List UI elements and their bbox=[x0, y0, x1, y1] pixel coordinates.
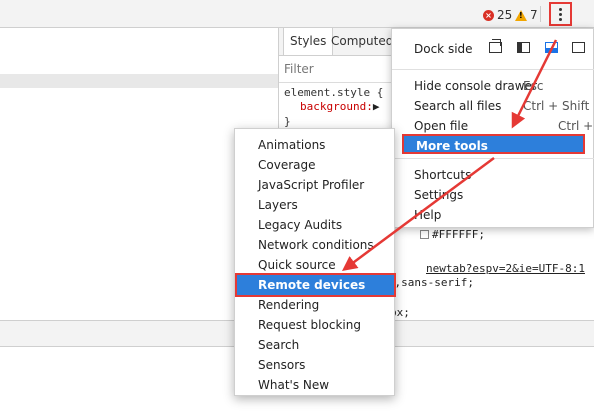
warning-count: 7 bbox=[530, 8, 538, 22]
menu-item-label: Help bbox=[414, 208, 442, 222]
color-swatch-icon[interactable] bbox=[420, 230, 429, 239]
kebab-dot-icon bbox=[559, 12, 562, 16]
dock-right-icon[interactable] bbox=[572, 42, 585, 53]
warning-counter[interactable]: 7 bbox=[515, 8, 538, 22]
submenu-item-remote-devices[interactable]: Remote devices bbox=[235, 273, 396, 297]
submenu-item-whats-new[interactable]: What's New bbox=[235, 375, 396, 395]
menu-item-label: Open file bbox=[414, 119, 469, 133]
devtools-toolbar: × 25 7 bbox=[0, 0, 594, 28]
menu-item-open-file[interactable]: Open file Ctrl + P bbox=[392, 116, 594, 136]
color-value-text: #FFFFFF; bbox=[432, 228, 485, 241]
more-tools-submenu: Animations Coverage JavaScript Profiler … bbox=[234, 128, 396, 396]
menu-item-hide-console-drawer[interactable]: Hide console drawer Esc bbox=[392, 76, 594, 96]
customize-menu: Dock side Hide console drawer Esc Search … bbox=[391, 28, 594, 228]
expand-arrow-icon[interactable]: ▶ bbox=[373, 100, 380, 113]
menu-item-shortcut: Ctrl + Shift + F bbox=[523, 99, 594, 113]
toolbar-divider bbox=[540, 6, 541, 22]
menu-separator bbox=[392, 158, 594, 159]
menu-item-shortcut: Esc bbox=[523, 79, 544, 93]
warning-icon bbox=[515, 9, 527, 21]
customize-menu-button[interactable] bbox=[549, 2, 572, 26]
css-property[interactable]: background:▶ bbox=[300, 100, 379, 113]
close-brace: } bbox=[284, 115, 291, 128]
selected-dom-row[interactable] bbox=[0, 74, 278, 88]
menu-item-settings[interactable]: Settings bbox=[392, 185, 594, 205]
source-link[interactable]: newtab?espv=2&ie=UTF-8:1 bbox=[426, 262, 585, 275]
submenu-item-coverage[interactable]: Coverage bbox=[235, 155, 396, 175]
submenu-item-animations[interactable]: Animations bbox=[235, 135, 396, 155]
submenu-item-javascript-profiler[interactable]: JavaScript Profiler bbox=[235, 175, 396, 195]
menu-item-more-tools[interactable]: More tools bbox=[402, 134, 585, 154]
error-icon: × bbox=[483, 9, 494, 21]
submenu-item-search[interactable]: Search bbox=[235, 335, 396, 355]
dock-side-label: Dock side bbox=[414, 42, 473, 56]
submenu-item-sensors[interactable]: Sensors bbox=[235, 355, 396, 375]
tab-computed[interactable]: Computed bbox=[325, 28, 399, 55]
submenu-item-rendering[interactable]: Rendering bbox=[235, 295, 396, 315]
submenu-item-network-conditions[interactable]: Network conditions bbox=[235, 235, 396, 255]
menu-item-help[interactable]: Help bbox=[392, 205, 594, 225]
menu-item-label: Shortcuts bbox=[414, 168, 472, 182]
menu-item-shortcuts[interactable]: Shortcuts bbox=[392, 165, 594, 185]
css-property-name: background: bbox=[300, 100, 373, 113]
submenu-item-quick-source[interactable]: Quick source bbox=[235, 255, 396, 275]
menu-item-label: Settings bbox=[414, 188, 464, 202]
kebab-dot-icon bbox=[559, 17, 562, 21]
menu-item-label: Search all files bbox=[414, 99, 502, 113]
error-counter[interactable]: × 25 bbox=[483, 8, 512, 22]
styles-filter-input[interactable]: Filter bbox=[284, 62, 314, 76]
menu-item-label: Hide console drawer bbox=[414, 79, 537, 93]
kebab-dot-icon bbox=[559, 7, 562, 11]
submenu-item-layers[interactable]: Layers bbox=[235, 195, 396, 215]
menu-item-shortcut: Ctrl + P bbox=[558, 119, 594, 133]
dock-left-icon[interactable] bbox=[517, 42, 530, 53]
undock-icon[interactable] bbox=[489, 39, 502, 53]
submenu-item-legacy-audits[interactable]: Legacy Audits bbox=[235, 215, 396, 235]
error-count: 25 bbox=[497, 8, 513, 22]
element-style-selector: element.style { bbox=[284, 86, 384, 99]
menu-item-label: More tools bbox=[416, 139, 488, 153]
dock-bottom-icon[interactable] bbox=[545, 42, 558, 53]
menu-separator bbox=[392, 69, 594, 70]
color-value[interactable]: #FFFFFF; bbox=[420, 228, 485, 241]
menu-item-search-all-files[interactable]: Search all files Ctrl + Shift + F bbox=[392, 96, 594, 116]
submenu-item-request-blocking[interactable]: Request blocking bbox=[235, 315, 396, 335]
